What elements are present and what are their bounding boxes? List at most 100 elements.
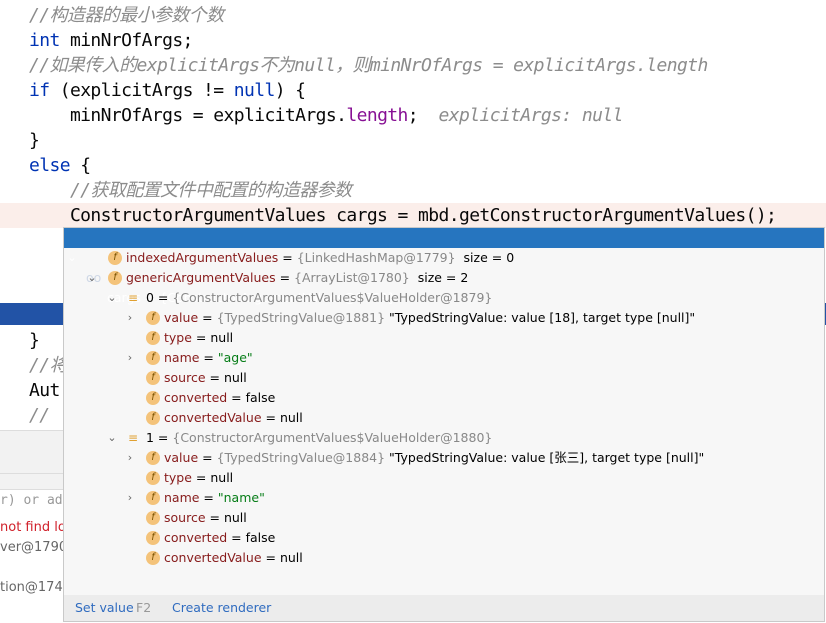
code-line: }	[29, 330, 40, 351]
code-text: minNrOfArgs;	[59, 30, 193, 51]
field-string-value: "name"	[217, 490, 265, 505]
field-name: 1	[146, 430, 154, 445]
field-icon: f	[146, 391, 160, 405]
chevron-right-icon[interactable]: ›	[124, 448, 136, 468]
chevron-down-icon[interactable]: ⌄	[106, 428, 118, 448]
field-icon: f	[108, 251, 122, 265]
code-line: //将	[29, 355, 67, 376]
code-text: (explicitArgs !=	[49, 80, 234, 101]
tree-row[interactable]: f converted = false	[64, 528, 824, 548]
field-name: converted	[164, 390, 228, 405]
field-name: type	[164, 330, 192, 345]
field-name: convertedValue	[164, 550, 262, 565]
code-line: minNrOfArgs = explicitArgs.length; expli…	[29, 103, 623, 128]
field-icon: f	[146, 411, 160, 425]
field-name: indexedArgumentValues	[126, 250, 279, 265]
field-icon: f	[146, 471, 160, 485]
field-type: {ArrayList@1780}	[294, 270, 410, 285]
code-line: //如果传入的explicitArgs不为null，则minNrOfArgs =…	[29, 55, 708, 76]
set-value-link[interactable]: Set value	[75, 595, 134, 621]
field-icon: f	[146, 491, 160, 505]
tree-row[interactable]: ⌄ f genericArgumentValues = {ArrayList@178…	[64, 268, 824, 288]
keyword: null	[233, 80, 276, 101]
tree-row[interactable]: f type = null	[64, 328, 824, 348]
row-label: converted = false	[164, 390, 276, 405]
tree-row[interactable]: f converted = false	[64, 388, 824, 408]
field-value: "TypedStringValue: value [18], target ty…	[385, 310, 696, 325]
field-name: value	[164, 310, 199, 325]
row-label: type = null	[164, 470, 234, 485]
field-name: name	[164, 490, 200, 505]
field-value: null	[223, 370, 247, 385]
row-label: name = "name"	[164, 490, 265, 505]
row-label: converted = false	[164, 530, 276, 545]
tree-row[interactable]: › f value = {TypedStringValue@1881} "Typed…	[64, 308, 824, 328]
row-label: name = "age"	[164, 350, 253, 365]
code-text: minNrOfArgs = explicitArgs.	[29, 105, 347, 126]
tree-row[interactable]: ⌄ ≡ 0 = {ConstructorArgumentValues$ValueHo…	[64, 288, 824, 308]
field-value: null	[279, 410, 303, 425]
tree-row[interactable]: f indexedArgumentValues = {LinkedHashMap@…	[64, 248, 824, 268]
chevron-right-icon[interactable]: ›	[124, 308, 136, 328]
chevron-right-icon[interactable]: ›	[124, 348, 136, 368]
code-line: int minNrOfArgs;	[29, 28, 193, 53]
variable-ref[interactable]: ver@1790}	[0, 540, 63, 555]
chevron-right-icon[interactable]: ›	[124, 488, 136, 508]
code-line: else {	[29, 153, 91, 178]
tree-row[interactable]: › f name = "age"	[64, 348, 824, 368]
code-text: {	[69, 155, 91, 176]
field-icon: f	[146, 511, 160, 525]
code-line: //获取配置文件中配置的构造器参数	[29, 180, 352, 201]
row-label: convertedValue = null	[164, 550, 303, 565]
field-name: source	[164, 510, 206, 525]
field-name: genericArgumentValues	[126, 270, 276, 285]
tree-root-row[interactable]: ⌄ oo cargs = {ConstructorArgumentValues@…	[64, 228, 824, 305]
create-renderer-link[interactable]: Create renderer	[172, 595, 271, 621]
keyword: int	[29, 30, 60, 51]
field-name: 0	[146, 290, 154, 305]
field-value: null	[223, 510, 247, 525]
row-label: indexedArgumentValues = {LinkedHashMap@1…	[126, 250, 515, 265]
row-label: type = null	[164, 330, 234, 345]
row-label: convertedValue = null	[164, 410, 303, 425]
row-label: source = null	[164, 370, 247, 385]
field: length	[346, 105, 408, 126]
debug-value-popup: ⌄ oo cargs = {ConstructorArgumentValues@…	[63, 227, 825, 622]
row-label: value = {TypedStringValue@1881} "TypedSt…	[164, 310, 696, 325]
field-value: null	[279, 550, 303, 565]
chevron-down-icon[interactable]: ⌄	[106, 288, 118, 308]
row-label: source = null	[164, 510, 247, 525]
tree-row[interactable]: f convertedValue = null	[64, 548, 824, 568]
field-icon: f	[146, 311, 160, 325]
tree-row[interactable]: › f name = "name"	[64, 488, 824, 508]
variable-ref[interactable]: tion@1745}	[0, 580, 63, 595]
code-line: if (explicitArgs != null) {	[29, 78, 306, 103]
list-item-icon: ≡	[128, 431, 139, 445]
tree-row[interactable]: f source = null	[64, 508, 824, 528]
keyword: else	[29, 155, 71, 176]
field-type: {ConstructorArgumentValues$ValueHolder@1…	[172, 290, 493, 305]
field-type: {TypedStringValue@1881}	[216, 310, 386, 325]
tree-row[interactable]: f source = null	[64, 368, 824, 388]
row-label: 0 = {ConstructorArgumentValues$ValueHold…	[146, 290, 493, 305]
popup-footer: Set value F2 Create renderer	[64, 595, 824, 621]
field-icon: f	[108, 271, 122, 285]
tree-row[interactable]: f convertedValue = null	[64, 408, 824, 428]
code-line: //	[29, 405, 50, 426]
expression-input[interactable]: r) or add	[0, 493, 63, 508]
code-text: ) {	[274, 80, 306, 101]
field-name: convertedValue	[164, 410, 262, 425]
tree-row[interactable]: f type = null	[64, 468, 824, 488]
code-line: //构造器的最小参数个数	[29, 5, 224, 26]
field-name: name	[164, 350, 200, 365]
tree-row[interactable]: ⌄ ≡ 1 = {ConstructorArgumentValues$ValueHo…	[64, 428, 824, 448]
chevron-down-icon[interactable]: ⌄	[86, 268, 98, 288]
tree-row[interactable]: › f value = {TypedStringValue@1884} "Typed…	[64, 448, 824, 468]
field-icon: f	[146, 371, 160, 385]
row-label: value = {TypedStringValue@1884} "TypedSt…	[164, 450, 705, 465]
field-value: null	[210, 330, 234, 345]
field-value: size = 0	[455, 250, 515, 265]
field-icon: f	[146, 551, 160, 565]
field-name: converted	[164, 530, 228, 545]
field-value: false	[245, 390, 276, 405]
